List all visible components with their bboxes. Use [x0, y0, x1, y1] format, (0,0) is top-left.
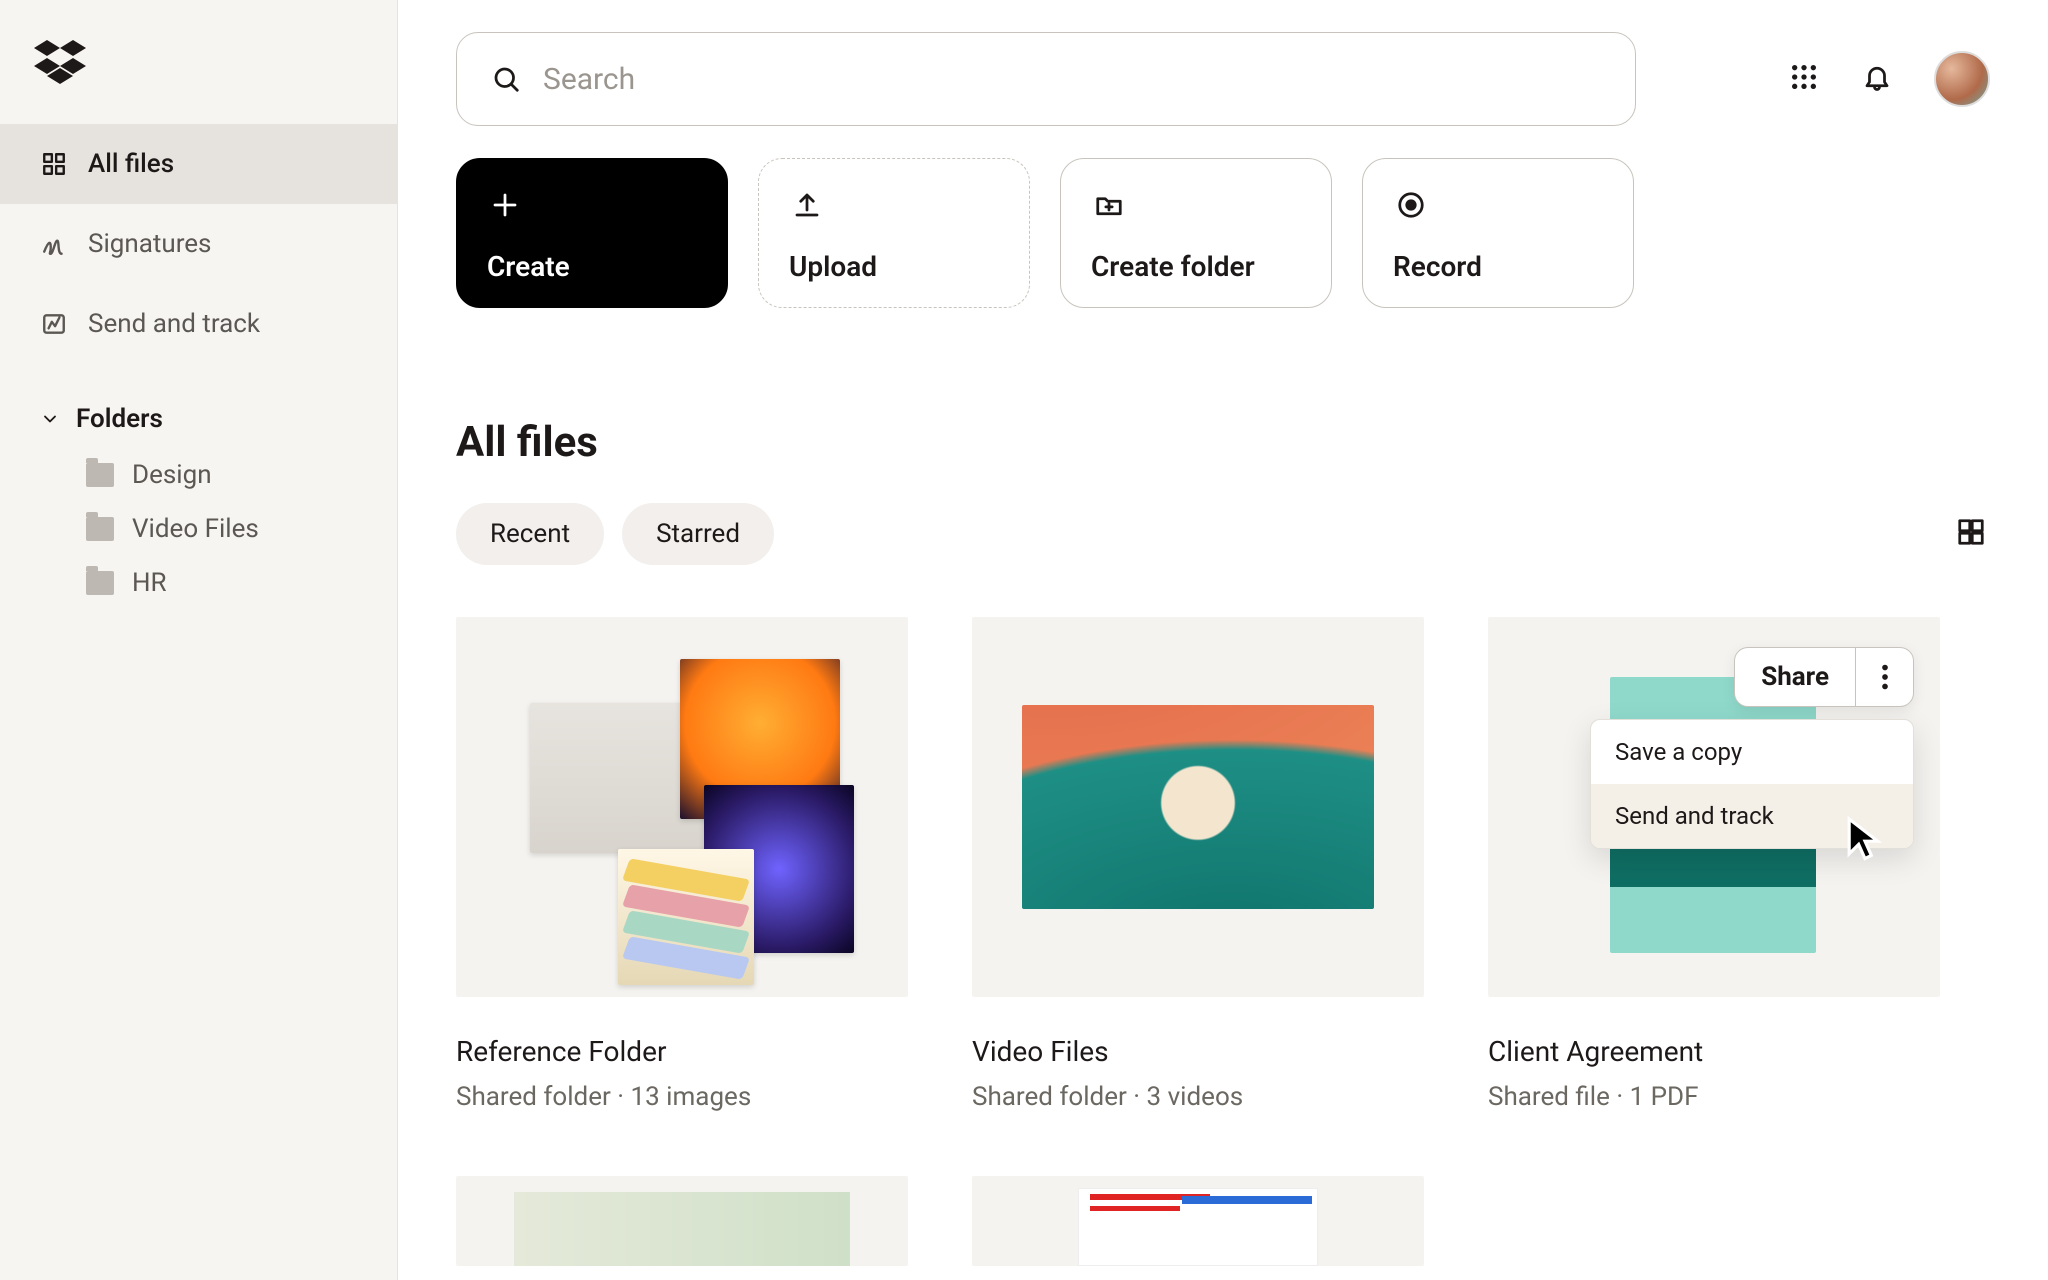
record-button[interactable]: Record [1362, 158, 1634, 308]
card-meta: Shared folder · 3 videos [972, 1082, 1424, 1112]
record-icon [1393, 187, 1429, 223]
folder-label: Design [132, 460, 212, 490]
action-label: Create folder [1091, 250, 1301, 283]
app-grid-icon [1788, 61, 1820, 93]
folder-item-hr[interactable]: HR [0, 556, 397, 610]
folder-item-video-files[interactable]: Video Files [0, 502, 397, 556]
upload-icon [789, 187, 825, 223]
card-video-files[interactable]: Video Files Shared folder · 3 videos [972, 617, 1424, 1112]
upload-button[interactable]: Upload [758, 158, 1030, 308]
kebab-icon [1881, 664, 1889, 690]
card-thumbnail [456, 617, 908, 997]
folder-icon [86, 463, 114, 487]
nav-all-files[interactable]: All files [0, 124, 397, 204]
chevron-down-icon [40, 409, 60, 429]
folder-item-design[interactable]: Design [0, 448, 397, 502]
folder-icon [86, 571, 114, 595]
signature-icon [40, 230, 68, 258]
menu-item-save-copy[interactable]: Save a copy [1591, 720, 1913, 784]
share-button[interactable]: Share [1735, 662, 1855, 692]
grid-view-icon [1956, 517, 1986, 547]
card-thumbnail: Client Agreement Share Save a copy Send … [1488, 617, 1940, 997]
cursor-icon [1846, 815, 1884, 861]
actions-row: Create Upload Create folder Record [456, 158, 1990, 308]
card-name: Reference Folder [456, 1035, 908, 1068]
avatar[interactable] [1934, 51, 1990, 107]
filter-starred[interactable]: Starred [622, 503, 774, 565]
dropbox-icon [34, 40, 86, 86]
cards-grid: Reference Folder Shared folder · 13 imag… [456, 617, 1990, 1112]
card-name: Video Files [972, 1035, 1424, 1068]
card-meta: Shared file · 1 PDF [1488, 1082, 1940, 1112]
sidebar: All files Signatures Send and track Fold… [0, 0, 398, 1280]
files-icon [40, 150, 68, 178]
folder-label: Video Files [132, 514, 259, 544]
plus-icon [487, 187, 523, 223]
view-grid-toggle[interactable] [1956, 517, 1990, 551]
nav-signatures[interactable]: Signatures [0, 204, 397, 284]
topbar: Search [456, 32, 1990, 126]
nav-label: Signatures [88, 229, 211, 259]
card-thumbnail [972, 617, 1424, 997]
app-grid-button[interactable] [1788, 61, 1820, 97]
folder-plus-icon [1091, 187, 1127, 223]
folder-icon [86, 517, 114, 541]
filters-row: Recent Starred [456, 503, 1990, 565]
notifications-button[interactable] [1862, 62, 1892, 96]
create-button[interactable]: Create [456, 158, 728, 308]
folders-header-label: Folders [76, 404, 163, 434]
card-thumbnail[interactable] [456, 1176, 908, 1266]
share-control: Share [1734, 647, 1914, 707]
nav-label: All files [88, 149, 174, 179]
search-icon [491, 64, 521, 94]
nav-send-and-track[interactable]: Send and track [0, 284, 397, 364]
create-folder-button[interactable]: Create folder [1060, 158, 1332, 308]
main: Search [398, 0, 2048, 1280]
send-track-icon [40, 310, 68, 338]
filter-recent[interactable]: Recent [456, 503, 604, 565]
bell-icon [1862, 62, 1892, 92]
search-placeholder: Search [543, 62, 635, 97]
card-meta: Shared folder · 13 images [456, 1082, 908, 1112]
card-client-agreement[interactable]: Client Agreement Share Save a copy Send … [1488, 617, 1940, 1112]
card-reference-folder[interactable]: Reference Folder Shared folder · 13 imag… [456, 617, 908, 1112]
dropbox-logo[interactable] [0, 40, 397, 124]
action-label: Record [1393, 250, 1603, 283]
card-name: Client Agreement [1488, 1035, 1940, 1068]
page-title: All files [456, 418, 1990, 467]
nav-label: Send and track [88, 309, 260, 339]
action-label: Create [487, 250, 697, 283]
card-thumbnail[interactable] [972, 1176, 1424, 1266]
action-label: Upload [789, 250, 999, 283]
more-options-button[interactable] [1855, 648, 1913, 706]
folder-label: HR [132, 568, 167, 598]
cards-grid-row2 [456, 1176, 1990, 1266]
search-input[interactable]: Search [456, 32, 1636, 126]
folders-header[interactable]: Folders [0, 364, 397, 448]
